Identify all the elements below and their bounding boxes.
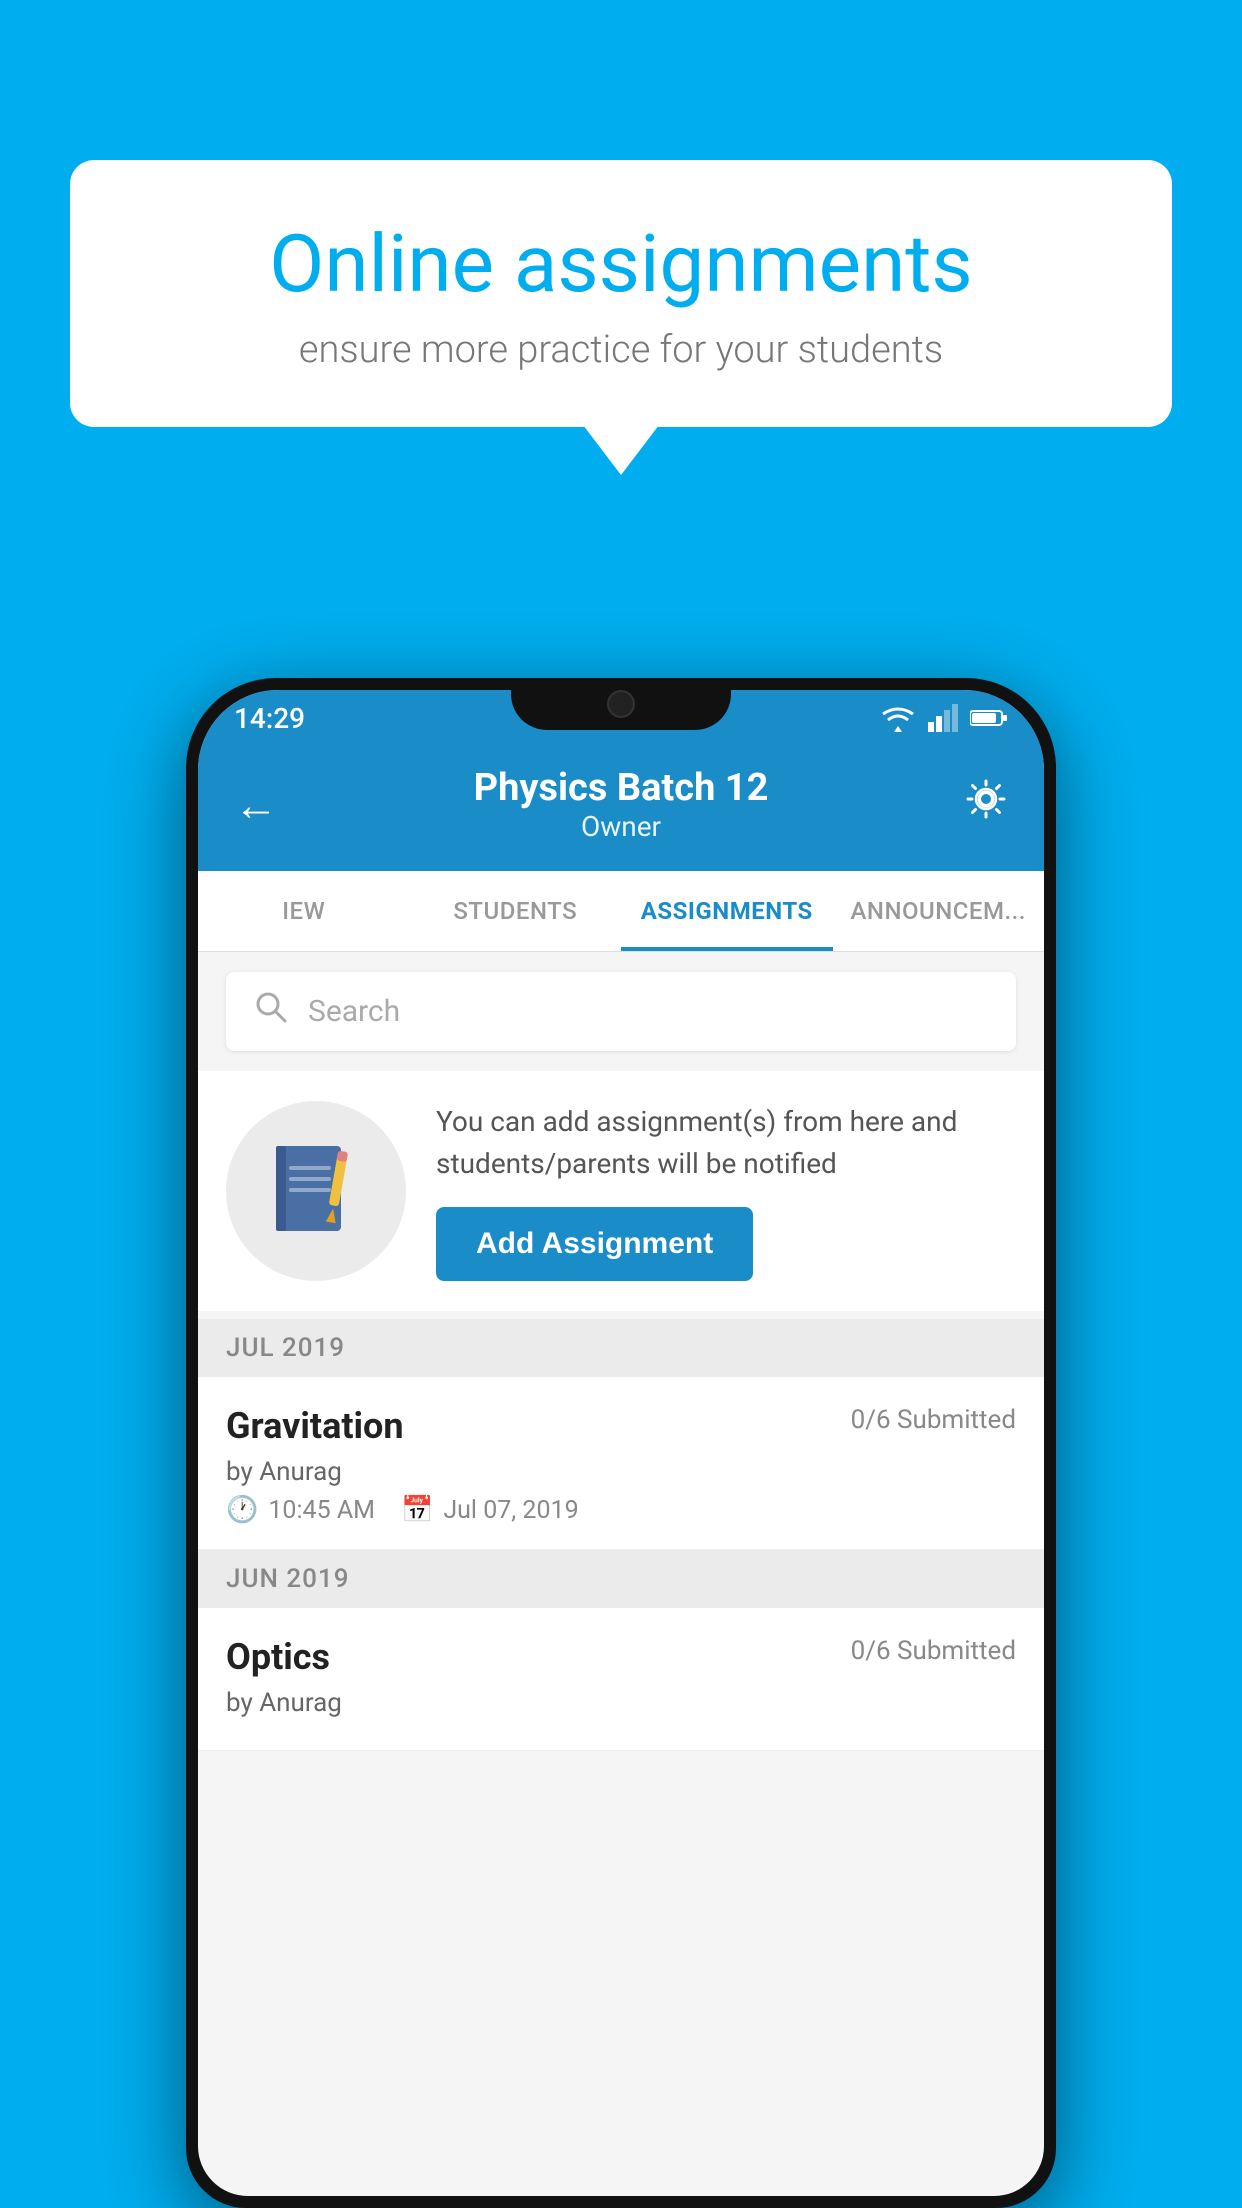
month-jul-2019: JUL 2019 [198,1319,1044,1377]
notebook-icon [271,1141,361,1241]
prompt-text: You can add assignment(s) from here and … [436,1101,1016,1185]
battery-icon [970,708,1008,728]
assignment-by: by Anurag [226,1457,1016,1487]
calendar-icon: 📅 [401,1495,433,1525]
time-meta: 🕐 10:45 AM [226,1495,375,1525]
assignment-status-optics: 0/6 Submitted [851,1636,1016,1666]
assignment-name: Gravitation [226,1405,404,1447]
date-meta: 📅 Jul 07, 2019 [401,1495,579,1525]
status-time: 14:29 [234,702,305,735]
status-icons [880,704,1008,732]
add-assignment-button[interactable]: Add Assignment [436,1207,753,1281]
tab-students[interactable]: STUDENTS [410,871,622,951]
assignment-item-optics[interactable]: Optics 0/6 Submitted by Anurag [198,1608,1044,1751]
assignment-header: Gravitation 0/6 Submitted [226,1405,1016,1447]
header-center: Physics Batch 12 Owner [278,766,964,843]
phone-notch [511,678,731,730]
clock-icon: 🕐 [226,1495,258,1525]
assignment-name-optics: Optics [226,1636,330,1678]
gear-icon [964,777,1008,821]
batch-subtitle: Owner [278,810,964,843]
assignment-meta: 🕐 10:45 AM 📅 Jul 07, 2019 [226,1495,1016,1525]
tab-assignments[interactable]: ASSIGNMENTS [621,871,833,951]
app-header: ← Physics Batch 12 Owner [198,746,1044,871]
phone-frame: 14:29 [186,678,1056,2208]
assignment-by-optics: by Anurag [226,1688,1016,1718]
tab-iew[interactable]: IEW [198,871,410,951]
search-icon [254,990,288,1033]
assignment-item-gravitation[interactable]: Gravitation 0/6 Submitted by Anurag 🕐 10… [198,1377,1044,1550]
search-bar[interactable]: Search [226,972,1016,1051]
back-button[interactable]: ← [234,779,278,831]
tabs: IEW STUDENTS ASSIGNMENTS ANNOUNCEM... [198,871,1044,952]
assignment-time: 10:45 AM [268,1496,375,1525]
batch-title: Physics Batch 12 [278,766,964,810]
notebook-icon-wrap [226,1101,406,1281]
speech-bubble-subtitle: ensure more practice for your students [130,328,1112,372]
assignment-date: Jul 07, 2019 [443,1496,578,1525]
phone-screen: 14:29 [198,690,1044,2196]
month-jun-2019: JUN 2019 [198,1550,1044,1608]
front-camera [607,690,635,718]
speech-bubble-title: Online assignments [130,220,1112,308]
speech-bubble-container: Online assignments ensure more practice … [70,160,1172,427]
tab-announcements[interactable]: ANNOUNCEM... [833,871,1045,951]
settings-button[interactable] [964,777,1008,832]
assignment-prompt: You can add assignment(s) from here and … [198,1071,1044,1311]
search-placeholder: Search [308,994,400,1029]
signal-icon [928,704,958,732]
assignment-status: 0/6 Submitted [851,1405,1016,1435]
assignment-header-optics: Optics 0/6 Submitted [226,1636,1016,1678]
wifi-icon [880,704,916,732]
speech-bubble: Online assignments ensure more practice … [70,160,1172,427]
prompt-content: You can add assignment(s) from here and … [436,1101,1016,1281]
